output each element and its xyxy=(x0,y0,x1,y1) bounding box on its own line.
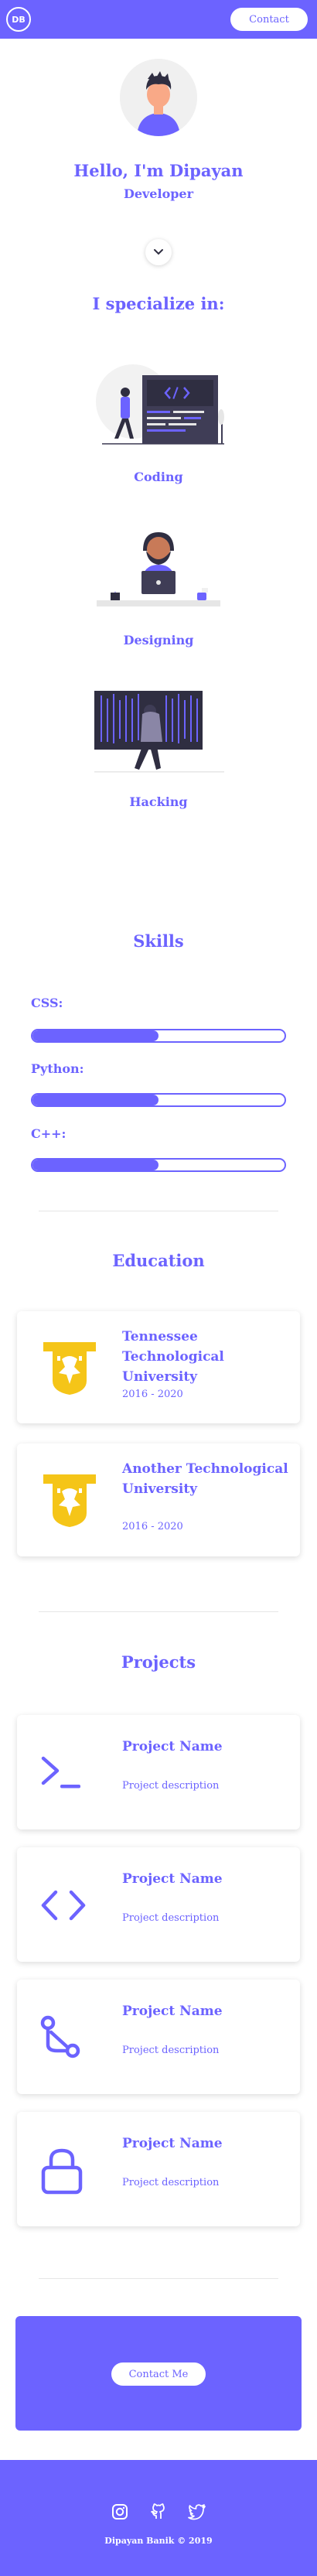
hero-greeting: Hello, I'm Dipayan xyxy=(73,161,244,180)
project-name: Project Name xyxy=(122,2136,223,2151)
lock-icon xyxy=(39,2146,85,2198)
skill-bar-css xyxy=(31,1029,286,1043)
education-card[interactable]: Another Technological University 2016 - … xyxy=(17,1443,300,1556)
twitter-icon[interactable] xyxy=(187,2502,207,2522)
skill-bar-fill xyxy=(32,1095,158,1105)
logo[interactable]: DB xyxy=(6,7,31,32)
project-description: Project description xyxy=(122,1780,220,1792)
designing-illustration xyxy=(97,528,220,616)
project-description: Project description xyxy=(122,2045,220,2056)
project-name: Project Name xyxy=(122,1739,223,1754)
contact-cta-panel: Contact Me xyxy=(15,2316,302,2431)
terminal-icon xyxy=(39,1754,85,1795)
project-card[interactable]: Project Name Project description xyxy=(17,1715,300,1830)
skill-bar-python xyxy=(31,1093,286,1107)
project-card[interactable]: Project Name Project description xyxy=(17,1980,300,2094)
footer: Dipayan Banik © 2019 xyxy=(0,2460,317,2576)
skill-bar-cpp xyxy=(31,1158,286,1172)
copyright-text: Dipayan Banik © 2019 xyxy=(104,2536,213,2546)
avatar xyxy=(120,59,197,136)
skills-title: Skills xyxy=(133,931,184,951)
skill-bar-fill xyxy=(32,1160,158,1170)
github-icon[interactable] xyxy=(148,2502,169,2522)
university-seal-icon xyxy=(39,1473,101,1532)
project-card[interactable]: Project Name Project description xyxy=(17,2112,300,2226)
education-name: Tennessee Technological University xyxy=(122,1329,224,1385)
instagram-icon[interactable] xyxy=(110,2502,130,2522)
specialize-item-hacking: Hacking xyxy=(129,794,188,809)
git-branch-icon xyxy=(39,2014,85,2065)
education-years: 2016 - 2020 xyxy=(122,1521,183,1532)
hacking-illustration xyxy=(94,691,224,781)
top-navbar: DB Contact xyxy=(0,0,317,39)
specialize-title: I specialize in: xyxy=(92,294,225,313)
project-description: Project description xyxy=(122,2177,220,2188)
education-years: 2016 - 2020 xyxy=(122,1389,183,1400)
divider xyxy=(39,1611,278,1612)
specialize-item-designing: Designing xyxy=(123,633,194,647)
skill-bar-fill xyxy=(32,1030,158,1041)
scroll-down-button[interactable] xyxy=(145,239,172,265)
education-card[interactable]: Tennessee Technological University 2016 … xyxy=(17,1311,300,1423)
skill-label-python: Python: xyxy=(31,1061,84,1076)
specialize-item-coding: Coding xyxy=(134,470,183,484)
divider xyxy=(39,2278,278,2279)
education-name: Another Technological University xyxy=(122,1461,288,1497)
skill-label-css: CSS: xyxy=(31,996,63,1010)
contact-me-button[interactable]: Contact Me xyxy=(111,2362,206,2386)
contact-button[interactable]: Contact xyxy=(230,8,308,31)
university-seal-icon xyxy=(39,1341,101,1399)
coding-illustration xyxy=(94,358,224,454)
project-name: Project Name xyxy=(122,2004,223,2019)
page: DB Contact Hello, I'm Dipayan Developer … xyxy=(0,0,317,2576)
social-links xyxy=(0,2502,317,2522)
hero-role: Developer xyxy=(123,186,194,201)
projects-title: Projects xyxy=(121,1652,196,1672)
education-title: Education xyxy=(112,1251,205,1270)
project-description: Project description xyxy=(122,1912,220,1924)
project-card[interactable]: Project Name Project description xyxy=(17,1847,300,1962)
skill-label-cpp: C++: xyxy=(31,1126,66,1141)
project-name: Project Name xyxy=(122,1871,223,1887)
chevron-down-icon xyxy=(154,249,163,255)
avatar-illustration xyxy=(120,59,197,136)
code-icon xyxy=(39,1888,88,1926)
